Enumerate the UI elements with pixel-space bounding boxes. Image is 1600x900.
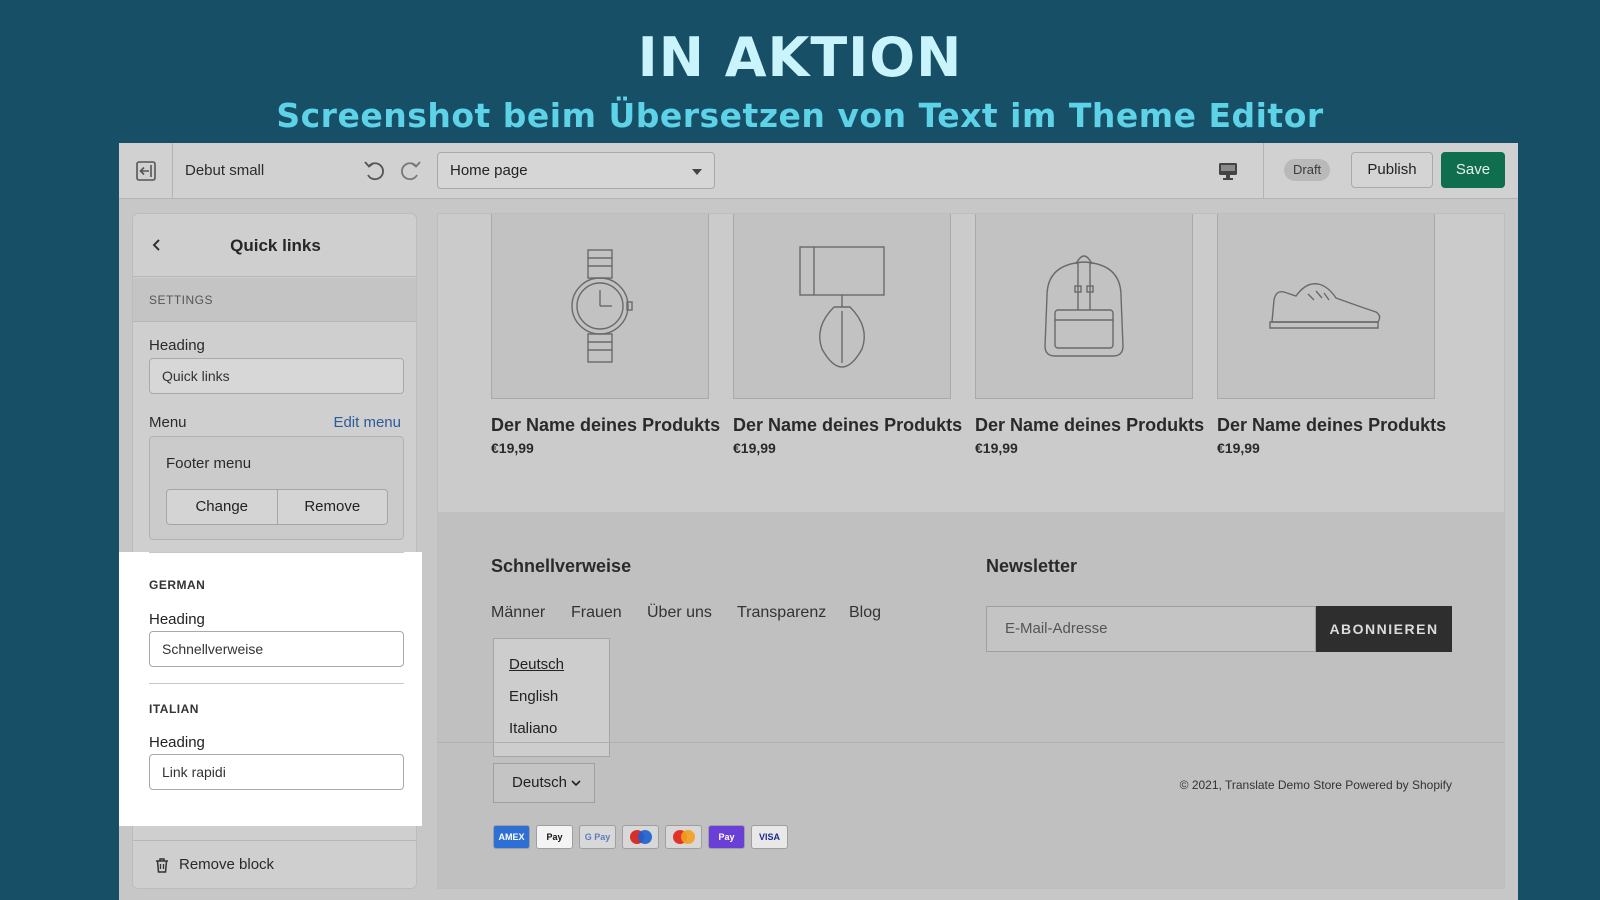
shop-pay-icon: Pay: [708, 825, 745, 849]
trash-icon: [156, 858, 168, 873]
product-card[interactable]: Der Name deines Produkts €19,99: [733, 214, 963, 456]
chevron-down-icon: [571, 780, 581, 787]
subscribe-button[interactable]: ABONNIEREN: [1316, 606, 1452, 652]
language-select-value: Deutsch: [512, 774, 568, 791]
sneaker-icon: [1269, 283, 1381, 329]
divider: [149, 552, 404, 553]
product-price: €19,99: [975, 440, 1018, 456]
payment-icons: AMEX Pay G Pay Pay VISA: [493, 825, 788, 849]
language-option[interactable]: Italiano: [509, 720, 557, 737]
lamp-icon: [799, 246, 885, 368]
italian-heading-input[interactable]: Link rapidi: [149, 754, 404, 790]
german-heading-label: Heading: [149, 611, 205, 628]
edit-menu-link[interactable]: Edit menu: [333, 414, 401, 431]
translation-highlight: GERMAN Heading Schnellverweise ITALIAN H…: [119, 552, 422, 826]
footer-link[interactable]: Blog: [849, 604, 881, 622]
product-card[interactable]: Der Name deines Produkts €19,99: [975, 214, 1205, 456]
banner-title: IN AKTION: [637, 26, 963, 89]
topbar-divider: [1263, 143, 1264, 199]
exit-icon: [135, 161, 156, 181]
publish-button[interactable]: Publish: [1351, 152, 1433, 188]
sidebar-header: Quick links: [133, 214, 416, 277]
translation-panel: GERMAN Heading Schnellverweise ITALIAN H…: [133, 552, 418, 806]
copyright-text: © 2021, Translate Demo Store: [1179, 778, 1342, 792]
language-select[interactable]: Deutsch: [493, 763, 595, 803]
amex-icon: AMEX: [493, 825, 530, 849]
caret-down-icon: [692, 169, 702, 175]
language-dropdown: Deutsch English Italiano: [493, 638, 610, 757]
product-card[interactable]: Der Name deines Produkts €19,99: [491, 214, 721, 456]
product-name: Der Name deines Produkts: [975, 415, 1205, 435]
sidebar-title: Quick links: [230, 236, 321, 255]
footer-link[interactable]: Über uns: [647, 604, 712, 622]
italian-label: ITALIAN: [149, 702, 199, 716]
product-image: [491, 214, 709, 399]
settings-label: SETTINGS: [149, 293, 214, 307]
powered-by-link[interactable]: Powered by Shopify: [1345, 778, 1452, 792]
footer-link[interactable]: Frauen: [571, 604, 622, 622]
top-bar: Debut small Home page Draft Publish Save: [119, 143, 1518, 199]
product-price: €19,99: [733, 440, 776, 456]
desktop-preview-button[interactable]: [1215, 158, 1241, 184]
newsletter-heading: Newsletter: [986, 556, 1078, 576]
german-label: GERMAN: [149, 578, 206, 592]
apple-pay-icon: Pay: [536, 825, 573, 849]
copyright: © 2021, Translate Demo Store Powered by …: [1180, 778, 1452, 792]
theme-name: Debut small: [185, 162, 265, 179]
remove-menu-button[interactable]: Remove: [276, 490, 388, 524]
settings-section: SETTINGS: [133, 278, 416, 322]
menu-button-group: Change Remove: [166, 489, 388, 525]
product-image: [975, 214, 1193, 399]
language-option[interactable]: English: [509, 688, 558, 705]
menu-label: Menu: [149, 414, 187, 431]
watch-icon: [571, 249, 633, 363]
store-preview: Der Name deines Produkts €19,99 Der Name…: [437, 213, 1505, 889]
desktop-icon: [1219, 163, 1237, 180]
store-footer: Schnellverweise Männer Frauen Über uns T…: [438, 512, 1504, 888]
german-heading-input[interactable]: Schnellverweise: [149, 631, 404, 667]
footer-link[interactable]: Männer: [491, 604, 545, 622]
product-image: [733, 214, 951, 399]
save-button[interactable]: Save: [1441, 152, 1505, 188]
banner-subtitle: Screenshot beim Übersetzen von Text im T…: [276, 96, 1324, 135]
menu-picker: Footer menu Change Remove: [149, 436, 404, 540]
heading-input[interactable]: Quick links: [149, 358, 404, 394]
mastercard-icon-shape: [672, 830, 695, 844]
redo-button[interactable]: [398, 157, 424, 183]
visa-icon: VISA: [751, 825, 788, 849]
footer-divider: [438, 742, 1504, 743]
product-price: €19,99: [491, 440, 534, 456]
draft-badge: Draft: [1284, 159, 1331, 181]
language-option[interactable]: Deutsch: [509, 656, 564, 673]
email-input[interactable]: E-Mail-Adresse: [986, 606, 1316, 652]
product-name: Der Name deines Produkts: [733, 415, 963, 435]
google-pay-icon: G Pay: [579, 825, 616, 849]
remove-block-button[interactable]: Remove block: [179, 856, 274, 873]
product-image: [1217, 214, 1435, 399]
quicklinks-heading: Schnellverweise: [491, 556, 632, 576]
product-name: Der Name deines Produkts: [1217, 415, 1447, 435]
footer-link[interactable]: Transparenz: [737, 604, 826, 622]
mastercard-icon: [665, 825, 702, 849]
undo-button[interactable]: [361, 157, 387, 183]
divider: [149, 683, 404, 684]
exit-editor-button[interactable]: [119, 143, 173, 199]
product-card[interactable]: Der Name deines Produkts €19,99: [1217, 214, 1447, 456]
heading-label: Heading: [149, 337, 205, 354]
backpack-icon: [1044, 255, 1124, 357]
italian-heading-label: Heading: [149, 734, 205, 751]
maestro-icon-shape: [629, 830, 652, 844]
menu-name: Footer menu: [166, 455, 252, 472]
product-name: Der Name deines Produkts: [491, 415, 721, 435]
sidebar-footer: Remove block: [132, 840, 417, 889]
page-select-value: Home page: [450, 162, 528, 179]
change-menu-button[interactable]: Change: [167, 490, 277, 524]
maestro-icon: [622, 825, 659, 849]
undo-icon: [364, 161, 384, 181]
redo-icon: [401, 161, 421, 181]
page-select[interactable]: Home page: [437, 152, 715, 189]
product-price: €19,99: [1217, 440, 1260, 456]
